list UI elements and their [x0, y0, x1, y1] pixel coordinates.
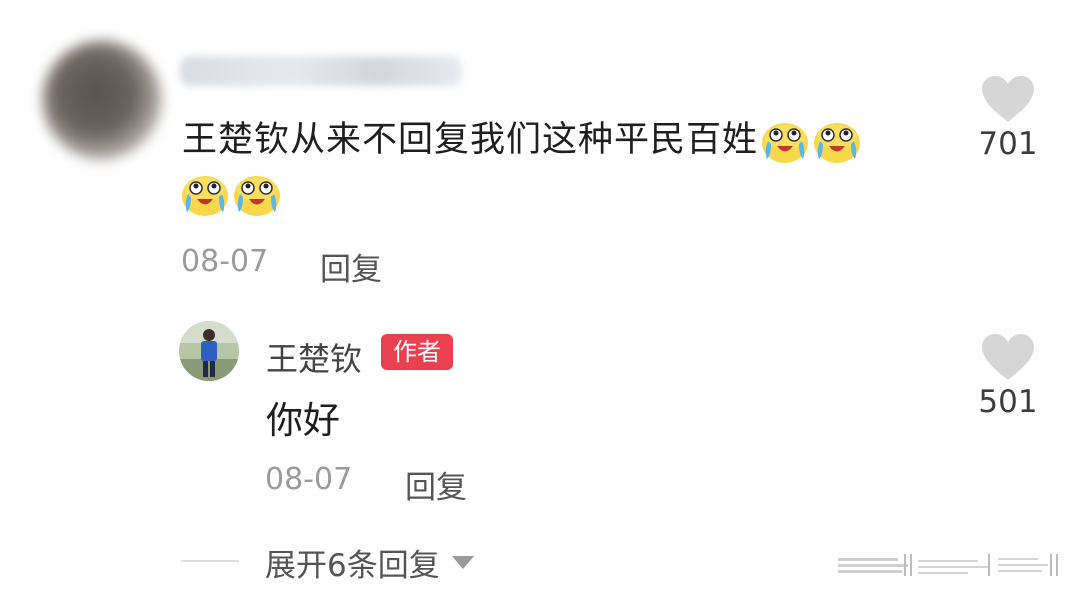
reply-reply-button[interactable]: 回复: [405, 462, 467, 507]
commenter-username-blurred[interactable]: [180, 56, 462, 86]
reply-date: 08-07: [265, 462, 353, 497]
comment-body: 王楚钦从来不回复我们这种平民百姓: [182, 112, 942, 168]
comment-reply-button[interactable]: 回复: [320, 244, 382, 289]
author-avatar[interactable]: [179, 321, 239, 381]
heart-icon: [982, 76, 1034, 122]
reply-like-count: 501: [978, 384, 1038, 420]
caret-down-icon: [451, 556, 474, 569]
comment-text: 王楚钦从来不回复我们这种平民百姓: [182, 120, 759, 160]
expand-replies-button[interactable]: 展开6条回复: [265, 540, 474, 585]
author-badge: 作者: [381, 334, 453, 370]
comment-like-button[interactable]: 701: [977, 74, 1039, 162]
crying-laughing-face-icon: [814, 123, 861, 163]
crying-laughing-face-icon: [182, 176, 228, 216]
reply-like-button[interactable]: 501: [977, 332, 1039, 420]
comment-date: 08-07: [181, 244, 269, 279]
expand-replies-label: 展开6条回复: [265, 548, 440, 584]
expand-divider: [181, 560, 239, 562]
crying-laughing-face-icon: [234, 176, 280, 216]
commenter-avatar[interactable]: [42, 40, 162, 160]
watermark-logo: [838, 554, 1058, 576]
comment-emoji-row: [180, 170, 284, 222]
heart-icon: [982, 334, 1034, 380]
reply-text: 你好: [266, 399, 340, 442]
author-name[interactable]: 王楚钦: [266, 334, 362, 380]
comment-like-count: 701: [978, 126, 1038, 162]
crying-laughing-face-icon: [762, 123, 809, 163]
author-avatar-image: [179, 321, 239, 381]
